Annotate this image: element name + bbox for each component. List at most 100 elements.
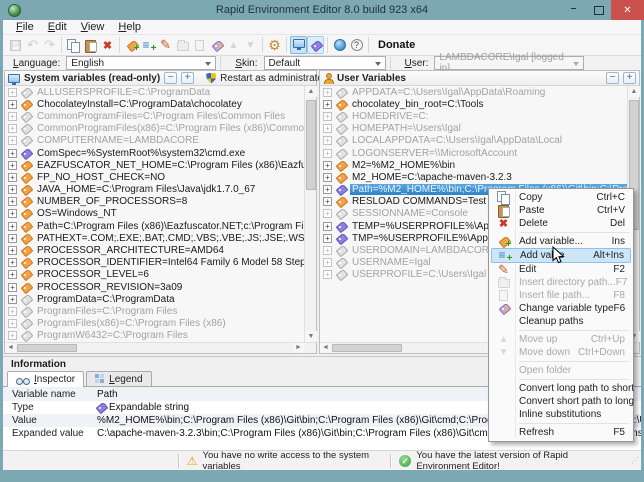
expand-icon[interactable] bbox=[8, 185, 17, 195]
menu-insert-file[interactable]: Insert file path... F8 bbox=[491, 289, 631, 302]
add-variable-button[interactable] bbox=[123, 36, 140, 54]
variable-row[interactable]: chocolatey_bin_root=C:\Tools bbox=[320, 98, 627, 110]
menu-refresh[interactable]: Refresh F5 bbox=[491, 426, 631, 439]
edit-button[interactable] bbox=[157, 36, 174, 54]
context-menu-item[interactable] bbox=[519, 423, 629, 424]
variable-row[interactable]: ProgramW6432=C:\Program Files bbox=[5, 330, 304, 342]
variable-row[interactable]: JAVA_HOME=C:\Program Files\Java\jdk1.7.0… bbox=[5, 184, 304, 196]
collapse-all-button[interactable] bbox=[606, 72, 619, 84]
toolbar-button[interactable] bbox=[259, 36, 266, 54]
scroll-left-icon[interactable]: ◄ bbox=[320, 343, 331, 353]
expand-icon[interactable] bbox=[323, 87, 332, 97]
variable-row[interactable]: PROCESSOR_IDENTIFIER=Intel64 Family 6 Mo… bbox=[5, 257, 304, 269]
expand-icon[interactable] bbox=[8, 111, 17, 121]
menu-cleanup-paths[interactable]: Cleanup paths bbox=[491, 315, 631, 328]
expand-icon[interactable] bbox=[323, 136, 332, 146]
expand-icon[interactable] bbox=[8, 294, 17, 304]
menubar-item[interactable]: Help bbox=[111, 21, 148, 33]
expand-icon[interactable] bbox=[8, 270, 17, 280]
variable-row[interactable]: NUMBER_OF_PROCESSORS=8 bbox=[5, 196, 304, 208]
scrollbar-thumb[interactable] bbox=[17, 344, 77, 352]
variable-row[interactable]: HOMEDRIVE=C: bbox=[320, 110, 627, 122]
scroll-down-icon[interactable]: ▼ bbox=[305, 331, 317, 342]
toolbar-button[interactable] bbox=[283, 36, 290, 54]
help-button[interactable] bbox=[348, 36, 365, 54]
variable-row[interactable]: OS=Windows_NT bbox=[5, 208, 304, 220]
expand-icon[interactable] bbox=[323, 99, 332, 109]
move-up-button[interactable] bbox=[225, 36, 242, 54]
variable-row[interactable]: PROCESSOR_ARCHITECTURE=AMD64 bbox=[5, 244, 304, 256]
scrollbar-thumb[interactable] bbox=[306, 100, 316, 190]
scroll-left-icon[interactable]: ◄ bbox=[5, 343, 16, 353]
skin-select[interactable]: Default bbox=[263, 56, 386, 70]
variable-row[interactable]: M2=%M2_HOME%\bin bbox=[320, 159, 627, 171]
toggle-values-button[interactable] bbox=[307, 36, 324, 54]
insert-directory-button[interactable] bbox=[174, 36, 191, 54]
expand-icon[interactable] bbox=[8, 319, 17, 329]
expand-icon[interactable] bbox=[8, 124, 17, 134]
expand-icon[interactable] bbox=[323, 209, 332, 219]
change-type-button[interactable] bbox=[208, 36, 225, 54]
redo-button[interactable] bbox=[41, 36, 58, 54]
collapse-all-button[interactable] bbox=[164, 72, 178, 84]
system-horizontal-scrollbar[interactable]: ◄ ► bbox=[5, 342, 316, 353]
expand-icon[interactable] bbox=[323, 197, 332, 207]
scroll-up-icon[interactable]: ▲ bbox=[628, 86, 640, 97]
toolbar-button[interactable] bbox=[365, 36, 372, 54]
expand-icon[interactable] bbox=[8, 306, 17, 316]
variable-row[interactable]: ALLUSERSPROFILE=C:\ProgramData bbox=[5, 86, 304, 98]
save-button[interactable] bbox=[7, 36, 24, 54]
paste-button[interactable] bbox=[82, 36, 99, 54]
menu-delete[interactable]: Delete Del bbox=[491, 217, 631, 230]
variable-row[interactable]: FP_NO_HOST_CHECK=NO bbox=[5, 171, 304, 183]
variable-row[interactable]: LOGONSERVER=\\MicrosoftAccount bbox=[320, 147, 627, 159]
variable-row[interactable]: M2_HOME=C:\apache-maven-3.2.3 bbox=[320, 171, 627, 183]
expand-icon[interactable] bbox=[323, 258, 332, 268]
context-menu-item[interactable] bbox=[519, 330, 629, 331]
undo-button[interactable] bbox=[24, 36, 41, 54]
move-down-button[interactable] bbox=[242, 36, 259, 54]
expand-all-button[interactable] bbox=[623, 72, 636, 84]
variable-row[interactable]: HOMEPATH=\Users\Igal bbox=[320, 123, 627, 135]
expand-icon[interactable] bbox=[8, 160, 17, 170]
user-select[interactable]: LAMBDACORE\Igal [logged in] bbox=[434, 52, 585, 74]
variable-row[interactable]: PROCESSOR_REVISION=3a09 bbox=[5, 281, 304, 293]
add-value-button[interactable] bbox=[140, 36, 157, 54]
menu-copy[interactable]: Copy Ctrl+C bbox=[491, 191, 631, 205]
context-menu-item[interactable] bbox=[519, 232, 629, 233]
delete-button[interactable] bbox=[99, 36, 116, 54]
scroll-right-icon[interactable]: ► bbox=[293, 343, 304, 353]
expand-icon[interactable] bbox=[323, 270, 332, 280]
variable-row[interactable]: Path=C:\Program Files (x86)\Eazfuscator.… bbox=[5, 220, 304, 232]
variable-row[interactable]: APPDATA=C:\Users\Igal\AppData\Roaming bbox=[320, 86, 627, 98]
copy-button[interactable] bbox=[65, 36, 82, 54]
menubar-item[interactable]: View bbox=[74, 21, 112, 33]
variable-row[interactable]: ProgramFiles(x86)=C:\Program Files (x86) bbox=[5, 318, 304, 330]
expand-all-button[interactable] bbox=[181, 72, 195, 84]
expand-icon[interactable] bbox=[8, 99, 17, 109]
variable-row[interactable]: ProgramFiles=C:\Program Files bbox=[5, 305, 304, 317]
menu-inline-substitutions[interactable]: Inline substitutions bbox=[491, 408, 631, 421]
expand-icon[interactable] bbox=[8, 209, 17, 219]
expand-icon[interactable] bbox=[323, 233, 332, 243]
variable-row[interactable]: CommonProgramFiles(x86)=C:\Program Files… bbox=[5, 123, 304, 135]
insert-file-button[interactable] bbox=[191, 36, 208, 54]
expand-icon[interactable] bbox=[8, 258, 17, 268]
restart-as-administrator-button[interactable]: Restart as administrator bbox=[220, 73, 328, 84]
variable-row[interactable]: PATHEXT=.COM;.EXE;.BAT;.CMD;.VBS;.VBE;.J… bbox=[5, 232, 304, 244]
expand-icon[interactable] bbox=[323, 172, 332, 182]
system-vertical-scrollbar[interactable]: ▲ ▼ bbox=[304, 86, 317, 342]
language-select[interactable]: English bbox=[66, 56, 217, 70]
variable-row[interactable]: EAZFUSCATOR_NET_HOME=C:\Program Files (x… bbox=[5, 159, 304, 171]
context-menu-item[interactable] bbox=[519, 361, 629, 362]
toolbar-button[interactable] bbox=[324, 36, 331, 54]
maximize-button[interactable] bbox=[586, 0, 611, 20]
expand-icon[interactable] bbox=[8, 136, 17, 146]
variable-row[interactable]: ComSpec=%SystemRoot%\system32\cmd.exe bbox=[5, 147, 304, 159]
minimize-button[interactable] bbox=[561, 0, 586, 20]
toolbar-button[interactable] bbox=[58, 36, 65, 54]
expand-icon[interactable] bbox=[8, 331, 17, 341]
expand-icon[interactable] bbox=[8, 221, 17, 231]
variable-row[interactable]: ProgramData=C:\ProgramData bbox=[5, 293, 304, 305]
context-menu-item[interactable] bbox=[519, 379, 629, 380]
